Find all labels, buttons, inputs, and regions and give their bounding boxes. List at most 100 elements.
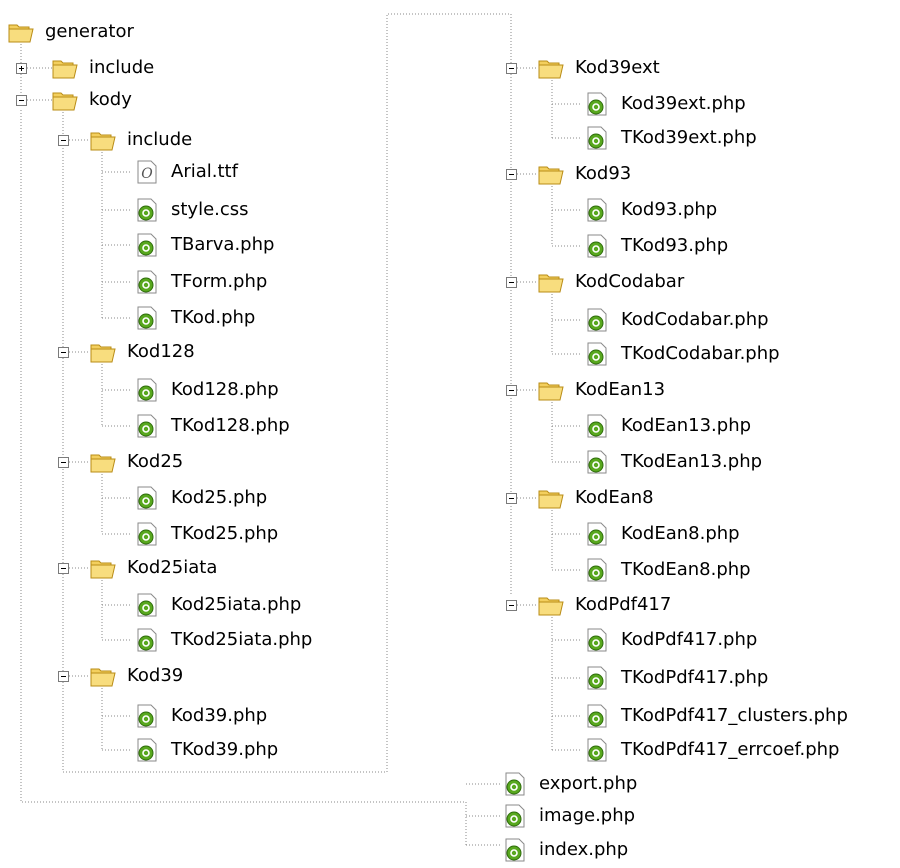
- tree-folder-kod39ext[interactable]: Kod39ext: [538, 54, 660, 82]
- tree-file[interactable]: TKod39ext.php: [584, 124, 757, 152]
- tree-node-label: Kod128.php: [171, 379, 279, 400]
- folder-icon: [8, 19, 34, 45]
- tree-node-label: Kod25iata: [127, 557, 218, 578]
- tree-node-label: Kod39: [127, 665, 184, 686]
- php-file-icon: [584, 413, 610, 439]
- php-file-icon: [134, 737, 160, 763]
- tree-node-label: TBarva.php: [171, 234, 275, 255]
- collapse-toggle[interactable]: [506, 385, 517, 396]
- tree-node-label: KodPdf417.php: [621, 629, 758, 650]
- tree-file[interactable]: Kod39.php: [134, 702, 267, 730]
- tree-node-label: include: [127, 129, 193, 150]
- tree-folder-kod25[interactable]: Kod25: [90, 448, 183, 476]
- php-file-icon: [584, 665, 610, 691]
- php-file-icon: [584, 627, 610, 653]
- tree-node-label: index.php: [539, 839, 629, 860]
- expand-toggle[interactable]: [16, 63, 27, 74]
- collapse-toggle[interactable]: [58, 671, 69, 682]
- tree-file[interactable]: TForm.php: [134, 268, 267, 296]
- tree-file[interactable]: Kod25iata.php: [134, 591, 301, 619]
- tree-file[interactable]: image.php: [502, 802, 635, 830]
- tree-file[interactable]: TKod25.php: [134, 520, 278, 548]
- tree-file[interactable]: export.php: [502, 770, 637, 798]
- tree-file[interactable]: TKodEan13.php: [584, 448, 762, 476]
- tree-folder-kodcodabar[interactable]: KodCodabar: [538, 268, 684, 296]
- tree-file[interactable]: TKodCodabar.php: [584, 340, 780, 368]
- tree-file[interactable]: KodEan8.php: [584, 520, 740, 548]
- collapse-toggle[interactable]: [58, 457, 69, 468]
- tree-file[interactable]: Kod25.php: [134, 484, 267, 512]
- tree-file[interactable]: Kod93.php: [584, 196, 717, 224]
- tree-file[interactable]: KodCodabar.php: [584, 306, 769, 334]
- tree-node-label: image.php: [539, 805, 636, 826]
- php-file-icon: [134, 232, 160, 258]
- collapse-toggle[interactable]: [506, 169, 517, 180]
- collapse-toggle[interactable]: [58, 135, 69, 146]
- font-file-icon: O: [134, 159, 160, 185]
- folder-icon: [90, 339, 116, 365]
- php-file-icon: [134, 627, 160, 653]
- tree-file[interactable]: KodPdf417.php: [584, 626, 757, 654]
- tree-file[interactable]: TKod.php: [134, 304, 255, 332]
- tree-folder-include[interactable]: include: [52, 54, 154, 82]
- tree-folder-include[interactable]: include: [90, 126, 192, 154]
- tree-folder-kodpdf417[interactable]: KodPdf417: [538, 591, 671, 619]
- tree-folder-kod25iata[interactable]: Kod25iata: [90, 554, 217, 582]
- php-file-icon: [134, 269, 160, 295]
- tree-folder-kod128[interactable]: Kod128: [90, 338, 195, 366]
- tree-file[interactable]: style.css: [134, 196, 249, 224]
- php-file-icon: [134, 703, 160, 729]
- collapse-toggle[interactable]: [506, 63, 517, 74]
- tree-node-label: KodPdf417: [575, 594, 672, 615]
- tree-file[interactable]: TKod39.php: [134, 736, 278, 764]
- collapse-toggle[interactable]: [506, 493, 517, 504]
- tree-folder-generator[interactable]: generator: [8, 18, 134, 46]
- php-file-icon: [584, 557, 610, 583]
- tree-file[interactable]: Kod39ext.php: [584, 90, 746, 118]
- php-file-icon: [502, 837, 528, 863]
- folder-icon: [538, 592, 564, 618]
- tree-node-label: TKodCodabar.php: [621, 343, 780, 364]
- tree-file[interactable]: TKodEan8.php: [584, 556, 751, 584]
- collapse-toggle[interactable]: [58, 347, 69, 358]
- tree-node-label: kody: [89, 89, 132, 110]
- tree-file[interactable]: TKod25iata.php: [134, 626, 312, 654]
- collapse-toggle[interactable]: [16, 95, 27, 106]
- tree-folder-kodean8[interactable]: KodEan8: [538, 484, 654, 512]
- tree-file[interactable]: TKodPdf417_errcoef.php: [584, 736, 839, 764]
- tree-node-label: include: [89, 57, 155, 78]
- tree-node-label: TForm.php: [171, 271, 268, 292]
- tree-file[interactable]: TKod128.php: [134, 412, 290, 440]
- php-file-icon: [134, 197, 160, 223]
- tree-node-label: TKodPdf417_errcoef.php: [621, 739, 840, 760]
- folder-icon: [538, 269, 564, 295]
- collapse-toggle[interactable]: [58, 563, 69, 574]
- tree-file[interactable]: Kod128.php: [134, 376, 279, 404]
- php-file-icon: [134, 521, 160, 547]
- tree-file[interactable]: TKodPdf417.php: [584, 664, 768, 692]
- tree-node-label: KodEan13: [575, 379, 666, 400]
- tree-folder-kodean13[interactable]: KodEan13: [538, 376, 665, 404]
- tree-node-label: TKod.php: [171, 307, 256, 328]
- tree-file[interactable]: index.php: [502, 836, 628, 864]
- folder-icon: [90, 663, 116, 689]
- folder-icon: [538, 55, 564, 81]
- collapse-toggle[interactable]: [506, 600, 517, 611]
- tree-file[interactable]: O Arial.ttf: [134, 158, 238, 186]
- php-file-icon: [584, 341, 610, 367]
- tree-node-label: Kod128: [127, 341, 195, 362]
- php-file-icon: [502, 771, 528, 797]
- tree-folder-kod39[interactable]: Kod39: [90, 662, 183, 690]
- tree-node-label: KodEan8: [575, 487, 654, 508]
- folder-icon: [52, 87, 78, 113]
- tree-file[interactable]: TKod93.php: [584, 232, 728, 260]
- tree-file[interactable]: TBarva.php: [134, 231, 274, 259]
- tree-folder-kody[interactable]: kody: [52, 86, 132, 114]
- collapse-toggle[interactable]: [506, 277, 517, 288]
- tree-node-label: Kod93.php: [621, 199, 718, 220]
- tree-folder-kod93[interactable]: Kod93: [538, 160, 631, 188]
- tree-file[interactable]: KodEan13.php: [584, 412, 751, 440]
- tree-node-label: TKodPdf417.php: [621, 667, 769, 688]
- folder-icon: [538, 485, 564, 511]
- tree-file[interactable]: TKodPdf417_clusters.php: [584, 702, 848, 730]
